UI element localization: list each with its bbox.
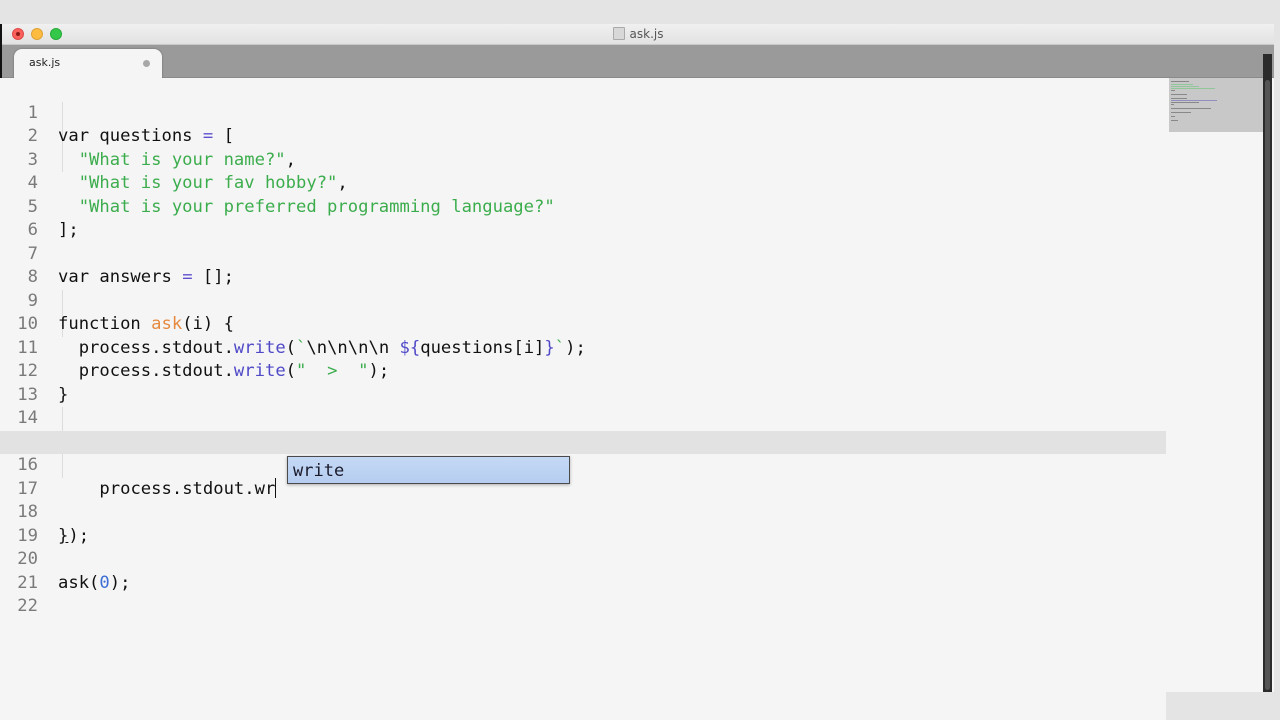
minimap-line (1171, 104, 1174, 105)
code-line: 17 (0, 454, 1166, 499)
code-line: 20 ask(0); (0, 525, 1166, 593)
autocomplete-popup[interactable]: write (287, 456, 570, 484)
minimap-line (1171, 86, 1199, 87)
minimap-line (1171, 102, 1199, 103)
minimap[interactable] (1169, 78, 1263, 132)
code-line: 12 } (0, 337, 1166, 405)
unsaved-dot-icon[interactable] (143, 60, 150, 67)
autocomplete-item[interactable]: write (293, 461, 344, 481)
vertical-scrollbar[interactable] (1263, 54, 1272, 692)
line-number: 22 (17, 596, 38, 616)
window-title: ask.js (2, 27, 1274, 41)
code-line: 10 process.stdout.write(`\n\n\n\n ${ques… (0, 290, 1166, 358)
minimap-line (1171, 90, 1175, 91)
code-line: 21 (0, 548, 1166, 593)
minimap-line (1171, 94, 1187, 95)
code-line: 7 var answers = []; (0, 219, 1166, 288)
code-editor[interactable]: 1 var questions = [ 2 "What is your name… (0, 78, 1166, 720)
code-line: 22 (0, 572, 1166, 616)
minimap-line (1171, 112, 1191, 113)
tab-ask-js[interactable]: ask.js (14, 49, 162, 78)
tab-label: ask.js (29, 56, 61, 69)
minimap-line (1171, 81, 1189, 82)
code-line: 18 }); (0, 478, 1166, 546)
minimap-line (1171, 116, 1175, 117)
code-line: 4 "What is your preferred programming la… (0, 149, 1166, 217)
minimap-line (1171, 88, 1215, 89)
current-code-line: 16 process.stdout.wr (0, 430, 1166, 499)
minimap-line (1171, 84, 1193, 85)
code-line: 13 (0, 360, 1166, 405)
window-title-text: ask.js (629, 27, 664, 41)
code-line: 1 var questions = [ (0, 78, 1166, 147)
code-line: 8 (0, 243, 1166, 287)
code-line: 14 process.stdin.on('data', function(dat… (0, 384, 1166, 452)
scrollbar-thumb[interactable] (1265, 80, 1270, 690)
minimap-line (1171, 120, 1178, 121)
code-line: 6 (0, 196, 1166, 240)
document-icon (612, 27, 625, 40)
minimap-line (1171, 98, 1187, 99)
code-line: 3 "What is your fav hobby?", (0, 125, 1166, 194)
tab-bar: ask.js (2, 45, 1274, 78)
code-line: 11 process.stdout.write(" > "); (0, 313, 1166, 382)
title-bar: ask.js (2, 24, 1274, 45)
code-line: 19 (0, 501, 1166, 546)
code-line: 15 (0, 407, 1166, 452)
code-line: 2 "What is your name?", (0, 102, 1166, 170)
code-line: 9 function ask(i) { (0, 266, 1166, 335)
minimap-line (1171, 100, 1217, 101)
code-line: 5 ]; (0, 172, 1166, 241)
minimap-line (1171, 108, 1211, 109)
